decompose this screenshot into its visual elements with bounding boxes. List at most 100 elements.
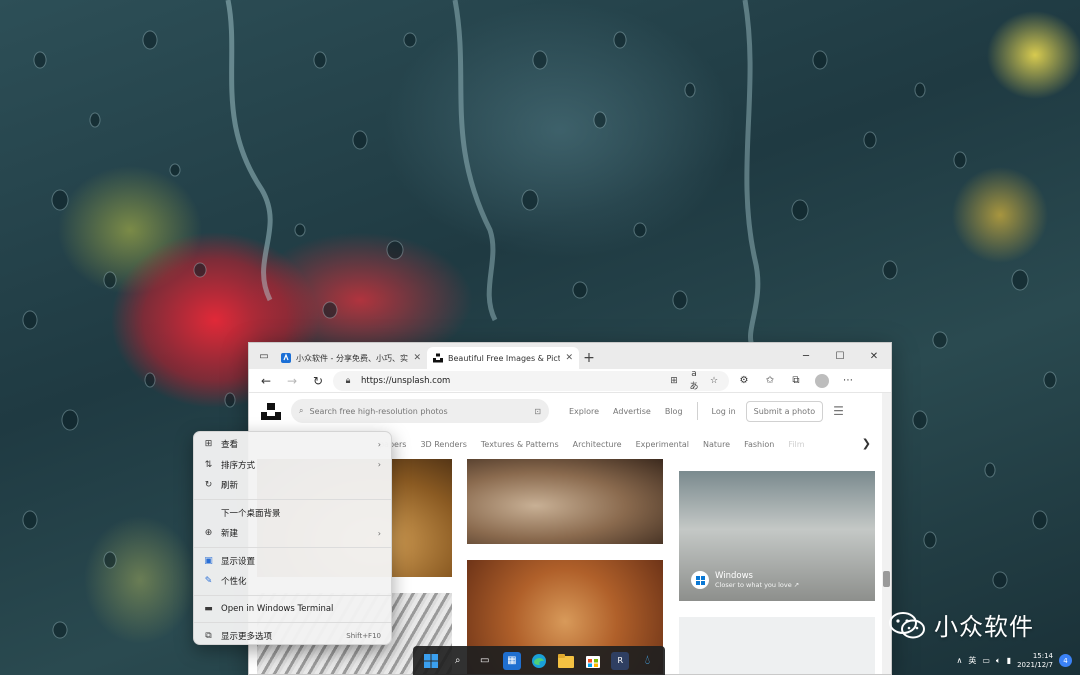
unsplash-nav: Explore Advertise Blog <box>569 407 683 416</box>
extensions-icon[interactable]: ⚙ <box>733 371 755 391</box>
taskbar: ⌕ ▭ ▦ R 💧︎ <box>413 646 665 675</box>
menu-separator <box>194 498 391 500</box>
tab-close-icon[interactable]: ✕ <box>565 353 573 363</box>
file-explorer-icon[interactable] <box>557 652 575 670</box>
url-box[interactable]: 🔒︎ https://unsplash.com ⊞ aあ ☆ <box>333 369 729 392</box>
category-fashion[interactable]: Fashion <box>744 440 774 449</box>
app-icon[interactable]: ⊞ <box>667 376 681 386</box>
new-icon: ⊕ <box>204 528 213 539</box>
chevron-right-icon[interactable]: ❯ <box>862 437 871 450</box>
new-tab-button[interactable]: + <box>579 347 599 369</box>
nav-explore[interactable]: Explore <box>569 407 599 416</box>
promo-subtitle[interactable]: Closer to what you love ↗ <box>715 581 799 589</box>
menu-item-sort[interactable]: ⇅ 排序方式 › <box>194 455 391 476</box>
favorite-star-icon[interactable]: ☆ <box>707 376 721 386</box>
clock[interactable]: 15:14 2021/12/7 <box>1017 652 1053 668</box>
submit-photo-button[interactable]: Submit a photo <box>745 400 824 422</box>
notification-badge[interactable]: 4 <box>1059 654 1072 667</box>
collections-icon[interactable]: ⧉ <box>785 371 807 391</box>
battery-icon[interactable]: ▮ <box>1007 656 1011 665</box>
category-architecture[interactable]: Architecture <box>573 440 622 449</box>
tab-unsplash[interactable]: Beautiful Free Images & Pictures | Unspl… <box>427 347 579 369</box>
tab-actions-icon[interactable]: ▭ <box>253 343 275 369</box>
terminal-icon: ▬ <box>204 603 213 614</box>
tab-close-icon[interactable]: ✕ <box>413 353 421 363</box>
widgets-icon[interactable]: ▦ <box>502 651 521 670</box>
volume-icon[interactable]: 🔈︎ <box>996 656 1001 666</box>
windows-logo-icon <box>691 571 709 589</box>
menu-item-new[interactable]: ⊕ 新建 › <box>194 523 391 544</box>
more-icon[interactable]: ⋯ <box>837 371 859 391</box>
refresh-icon[interactable]: ↻ <box>307 371 329 391</box>
tab-bar: ▭ 小众软件 - 分享免费、小巧、实用、有趣、绿色的软件 ✕ Beautiful… <box>249 343 891 369</box>
url-text[interactable]: https://unsplash.com <box>361 376 661 386</box>
category-nature[interactable]: Nature <box>703 440 730 449</box>
category-experimental[interactable]: Experimental <box>636 440 689 449</box>
menu-item-label: Open in Windows Terminal <box>221 603 334 614</box>
watermark: 小众软件 <box>888 607 1034 642</box>
photo-windows-ad[interactable]: Windows Closer to what you love ↗ <box>679 471 875 601</box>
category-textures[interactable]: Textures & Patterns <box>481 440 559 449</box>
menu-item-more-options[interactable]: ⧉ 显示更多选项 Shift+F10 <box>194 626 391 644</box>
close-icon[interactable]: ✕ <box>857 343 891 369</box>
app-r-icon[interactable]: R <box>611 651 630 670</box>
start-icon[interactable] <box>422 652 440 670</box>
menu-item-label: 显示设置 <box>221 556 256 567</box>
task-view-icon[interactable]: ▭ <box>476 652 494 670</box>
forward-icon[interactable]: → <box>281 371 303 391</box>
search-icon[interactable]: ⌕ <box>449 652 467 670</box>
unsplash-logo[interactable] <box>261 401 281 421</box>
menu-item-windows-terminal[interactable]: ▬ Open in Windows Terminal <box>194 599 391 620</box>
sort-icon: ⇅ <box>204 459 213 470</box>
menu-item-view[interactable]: ⊞ 查看 › <box>194 434 391 455</box>
network-icon[interactable]: ▭ <box>982 656 990 665</box>
refresh-icon: ↻ <box>204 480 213 491</box>
input-language[interactable]: 英 <box>968 655 976 666</box>
menu-item-refresh[interactable]: ↻ 刷新 <box>194 475 391 496</box>
menu-separator <box>194 594 391 596</box>
clock-date: 2021/12/7 <box>1017 660 1053 669</box>
store-icon[interactable] <box>584 652 602 670</box>
lock-icon[interactable]: 🔒︎ <box>341 376 355 386</box>
search-placeholder: Search free high-resolution photos <box>309 406 448 416</box>
maximize-icon[interactable]: ☐ <box>823 343 857 369</box>
read-aloud-icon[interactable]: aあ <box>687 369 701 392</box>
back-icon[interactable]: ← <box>255 371 277 391</box>
scrollbar-thumb[interactable] <box>883 571 890 587</box>
unsplash-favicon-icon <box>433 353 443 363</box>
menu-item-display-settings[interactable]: ▣ 显示设置 <box>194 551 391 572</box>
menu-item-next-background[interactable]: 下一个桌面背景 <box>194 503 391 524</box>
photo-skin-closeup[interactable] <box>467 459 663 544</box>
login-link[interactable]: Log in <box>712 407 736 416</box>
minimize-icon[interactable]: ─ <box>789 343 823 369</box>
visual-search-icon[interactable]: ⊡ <box>534 407 541 416</box>
clock-time: 15:14 <box>1032 652 1053 661</box>
hamburger-menu-icon[interactable]: ☰ <box>833 404 844 418</box>
more-options-icon: ⧉ <box>205 631 212 642</box>
chevron-up-icon[interactable]: ∧ <box>956 656 962 665</box>
personalize-icon: ✎ <box>204 576 213 587</box>
menu-item-personalize[interactable]: ✎ 个性化 <box>194 571 391 592</box>
menu-separator <box>194 546 391 548</box>
waterdrop-app-icon[interactable]: 💧︎ <box>638 652 656 670</box>
nav-blog[interactable]: Blog <box>665 407 683 416</box>
profile-avatar[interactable] <box>815 373 829 388</box>
tab-appinn[interactable]: 小众软件 - 分享免费、小巧、实用、有趣、绿色的软件 ✕ <box>275 347 427 369</box>
promo-title: Windows <box>715 571 753 581</box>
category-3d-renders[interactable]: 3D Renders <box>420 440 466 449</box>
photo-bottom-right[interactable] <box>679 617 875 674</box>
menu-item-label: 显示更多选项 <box>221 632 273 643</box>
category-film[interactable]: Film <box>788 440 804 449</box>
display-icon: ▣ <box>204 555 213 566</box>
edge-icon[interactable] <box>530 652 548 670</box>
search-icon: ⌕ <box>299 406 304 415</box>
favorites-icon[interactable]: ✩ <box>759 371 781 391</box>
chevron-right-icon: › <box>377 528 381 538</box>
search-input[interactable]: ⌕ Search free high-resolution photos ⊡ <box>291 399 549 423</box>
shortcut-label: Shift+F10 <box>346 632 381 641</box>
chevron-right-icon: › <box>377 439 381 449</box>
nav-advertise[interactable]: Advertise <box>613 407 651 416</box>
menu-item-label: 刷新 <box>221 481 239 492</box>
menu-item-label: 查看 <box>221 440 239 451</box>
tab-title: 小众软件 - 分享免费、小巧、实用、有趣、绿色的软件 <box>296 353 408 363</box>
